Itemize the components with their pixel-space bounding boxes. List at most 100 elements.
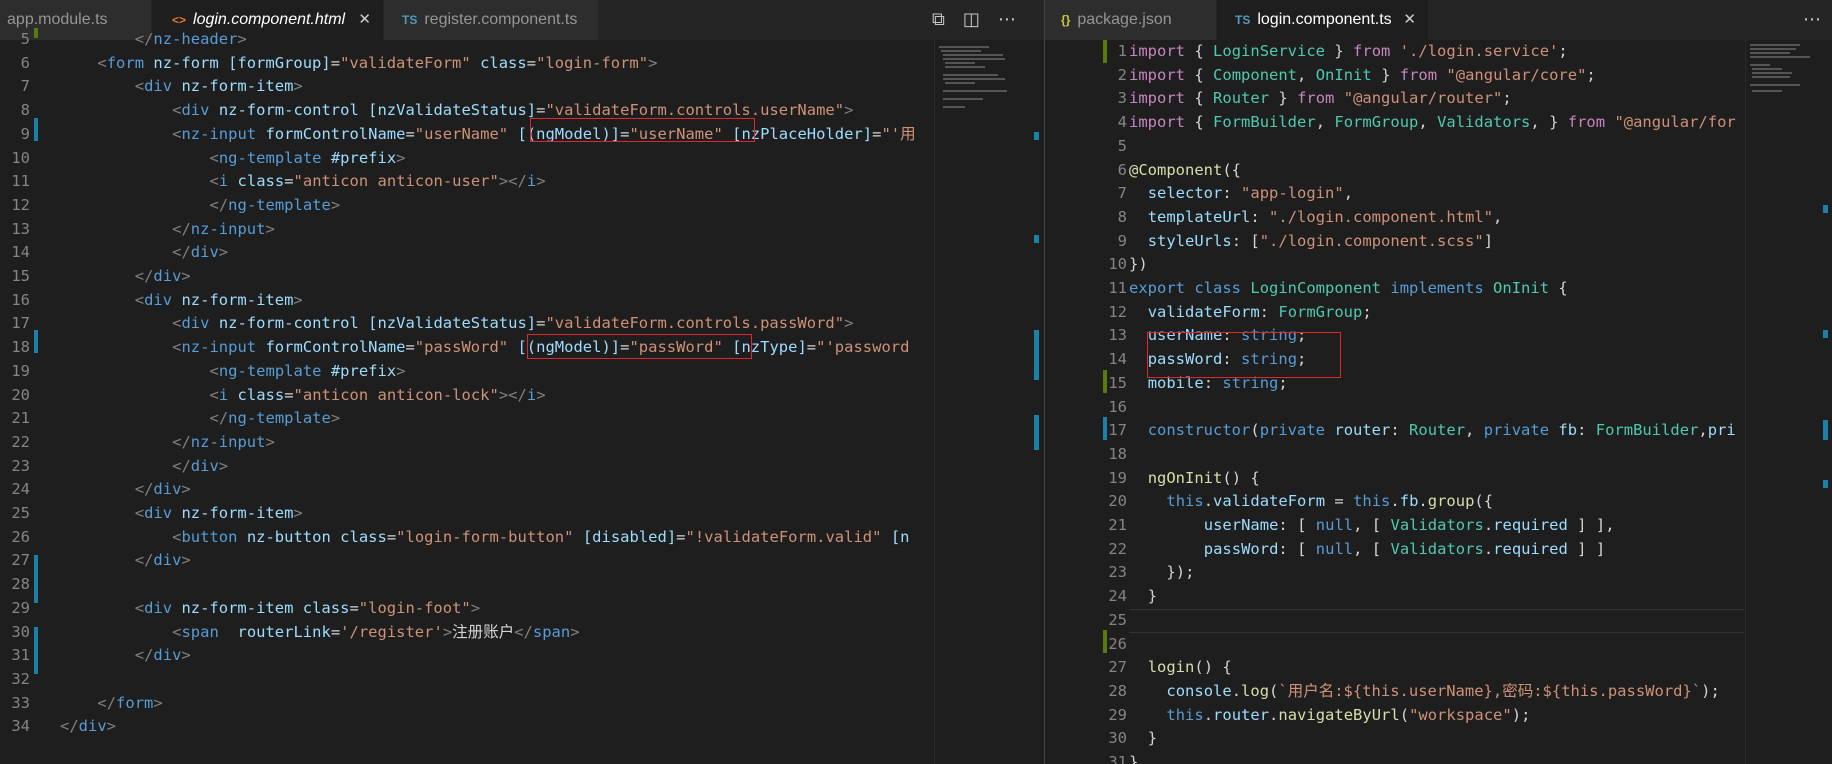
code-line[interactable]: 5 — [1045, 135, 1745, 159]
code-line[interactable]: 15 </div> — [0, 265, 934, 289]
code-editor-html[interactable]: 5 </nz-header> 6 <form nz-form [formGroup… — [0, 28, 1044, 764]
code-line[interactable]: 17 <div nz-form-control [nzValidateStatu… — [0, 312, 934, 336]
git-change-marker[interactable] — [1103, 370, 1107, 393]
git-change-marker[interactable] — [34, 627, 38, 674]
line-number: 31 — [1108, 753, 1127, 764]
git-change-marker[interactable] — [1103, 40, 1107, 63]
code-line[interactable]: 32 — [0, 668, 934, 692]
code-line[interactable]: 13 </nz-input> — [0, 218, 934, 242]
code-text: <div nz-form-item class="login-foot"> — [134, 598, 481, 617]
code-line[interactable]: 7 <div nz-form-item> — [0, 75, 934, 99]
git-change-marker[interactable] — [34, 330, 38, 353]
code-line[interactable]: 29 <div nz-form-item class="login-foot"> — [0, 597, 934, 621]
code-line[interactable]: 26 — [1045, 633, 1745, 657]
tab-package-json[interactable]: {} package.json — [1045, 0, 1217, 40]
code-text: </ng-template> — [209, 195, 341, 214]
code-text: } — [1147, 587, 1158, 606]
code-line[interactable]: 30 } — [1045, 727, 1745, 751]
code-line[interactable]: 24 } — [1045, 585, 1745, 609]
code-line[interactable]: 22 passWord: [ null, [ Validators.requir… — [1045, 538, 1745, 562]
code-line[interactable]: 16 — [1045, 396, 1745, 420]
code-line[interactable]: 9 <nz-input formControlName="userName" [… — [0, 123, 934, 147]
line-number: 5 — [20, 30, 30, 48]
tab-login-component-ts[interactable]: TS login.component.ts ✕ — [1217, 0, 1429, 40]
code-line[interactable]: 21 </ng-template> — [0, 407, 934, 431]
close-tab-icon[interactable]: ✕ — [1403, 0, 1416, 40]
line-number: 32 — [11, 669, 30, 688]
git-change-marker[interactable] — [34, 118, 38, 141]
code-line[interactable]: 3 import { Router } from "@angular/router… — [1045, 87, 1745, 111]
split-editor-icon[interactable]: ◫ — [963, 0, 980, 40]
line-number: 12 — [1108, 302, 1127, 321]
code-line[interactable]: 16 <div nz-form-item> — [0, 289, 934, 313]
code-line[interactable]: 30 <span routerLink='/register'>注册账户</sp… — [0, 621, 934, 645]
code-line[interactable]: 12 validateForm: FormGroup; — [1045, 301, 1745, 325]
code-line[interactable]: 7 selector: "app-login", — [1045, 182, 1745, 206]
git-change-marker[interactable] — [34, 28, 38, 38]
line-number: 4 — [1117, 113, 1127, 132]
line-number: 9 — [20, 124, 30, 143]
code-line[interactable]: 23 </div> — [0, 455, 934, 479]
overview-ruler[interactable] — [1030, 40, 1044, 764]
code-line[interactable]: 2 import { Component, OnInit } from "@ang… — [1045, 64, 1745, 88]
code-line[interactable]: 26 <button nz-button class="login-form-b… — [0, 526, 934, 550]
line-number: 18 — [11, 338, 30, 357]
git-change-marker[interactable] — [1103, 630, 1107, 653]
code-line[interactable]: 19 ngOnInit() { — [1045, 467, 1745, 491]
code-line[interactable]: 23 }); — [1045, 561, 1745, 585]
code-line[interactable]: 31} — [1045, 751, 1745, 764]
line-number: 23 — [1108, 563, 1127, 582]
code-line[interactable]: 25 — [1045, 609, 1745, 633]
code-line[interactable]: 8 <div nz-form-control [nzValidateStatus… — [0, 99, 934, 123]
minimap[interactable] — [1745, 40, 1820, 764]
minimap[interactable] — [934, 40, 1031, 764]
code-line[interactable]: 6 @Component({ — [1045, 159, 1745, 183]
code-line[interactable]: 29 this.router.navigateByUrl("workspace"… — [1045, 704, 1745, 728]
more-actions-icon[interactable]: ⋯ — [1803, 0, 1821, 40]
code-line[interactable]: 5 </nz-header> — [0, 28, 934, 52]
code-line[interactable]: 4 import { FormBuilder, FormGroup, Valida… — [1045, 111, 1745, 135]
code-line[interactable]: 19 <ng-template #prefix> — [0, 360, 934, 384]
code-line[interactable]: 25 <div nz-form-item> — [0, 502, 934, 526]
code-line[interactable]: 10}) — [1045, 253, 1745, 277]
code-text: </ng-template> — [209, 409, 341, 428]
code-line[interactable]: 27 </div> — [0, 549, 934, 573]
highlight-fields — [1147, 332, 1341, 378]
code-text: </nz-input> — [172, 432, 275, 451]
code-line[interactable]: 18 <nz-input formControlName="passWord" … — [0, 336, 934, 360]
code-line[interactable]: 11 export class LoginComponent implements… — [1045, 277, 1745, 301]
code-line[interactable]: 6 <form nz-form [formGroup]="validateFor… — [0, 52, 934, 76]
code-line[interactable]: 1 import { LoginService } from './login.s… — [1045, 40, 1745, 64]
code-line[interactable]: 28 console.log(`用户名:${this.userName},密码:… — [1045, 680, 1745, 704]
code-line[interactable]: 21 userName: [ null, [ Validators.requir… — [1045, 514, 1745, 538]
code-line[interactable]: 24 </div> — [0, 478, 934, 502]
overview-ruler[interactable] — [1819, 40, 1832, 764]
line-number: 20 — [11, 385, 30, 404]
code-line[interactable]: 20 this.validateForm = this.fb.group({ — [1045, 490, 1745, 514]
code-line[interactable]: 28 — [0, 573, 934, 597]
code-text: import { LoginService } from './login.se… — [1129, 42, 1568, 60]
code-line[interactable]: 17 constructor(private router: Router, p… — [1045, 419, 1745, 443]
code-line[interactable]: 31 </div> — [0, 644, 934, 668]
line-number: 25 — [11, 504, 30, 522]
code-line[interactable]: 34 </div> — [0, 715, 934, 739]
git-change-marker[interactable] — [34, 555, 38, 603]
code-line[interactable]: 14 </div> — [0, 241, 934, 265]
code-line[interactable]: 11 <i class="anticon anticon-user"></i> — [0, 170, 934, 194]
line-number: 20 — [1108, 492, 1127, 511]
code-line[interactable]: 9 styleUrls: ["./login.component.scss"] — [1045, 230, 1745, 254]
code-line[interactable]: 33 </form> — [0, 692, 934, 716]
code-line[interactable]: 8 templateUrl: "./login.component.html", — [1045, 206, 1745, 230]
editor-actions: ⋯ — [1785, 0, 1821, 40]
more-actions-icon[interactable]: ⋯ — [998, 0, 1016, 40]
git-change-marker[interactable] — [1103, 417, 1107, 440]
code-editor-ts[interactable]: 1 import { LoginService } from './login.s… — [1045, 40, 1832, 764]
code-line[interactable]: 18 — [1045, 443, 1745, 467]
code-line[interactable]: 27 login() { — [1045, 656, 1745, 680]
code-line[interactable]: 22 </nz-input> — [0, 431, 934, 455]
code-line[interactable]: 20 <i class="anticon anticon-lock"></i> — [0, 384, 934, 408]
code-line[interactable]: 12 </ng-template> — [0, 194, 934, 218]
line-number: 8 — [20, 101, 30, 120]
line-number: 19 — [11, 361, 30, 380]
code-line[interactable]: 10 <ng-template #prefix> — [0, 147, 934, 171]
